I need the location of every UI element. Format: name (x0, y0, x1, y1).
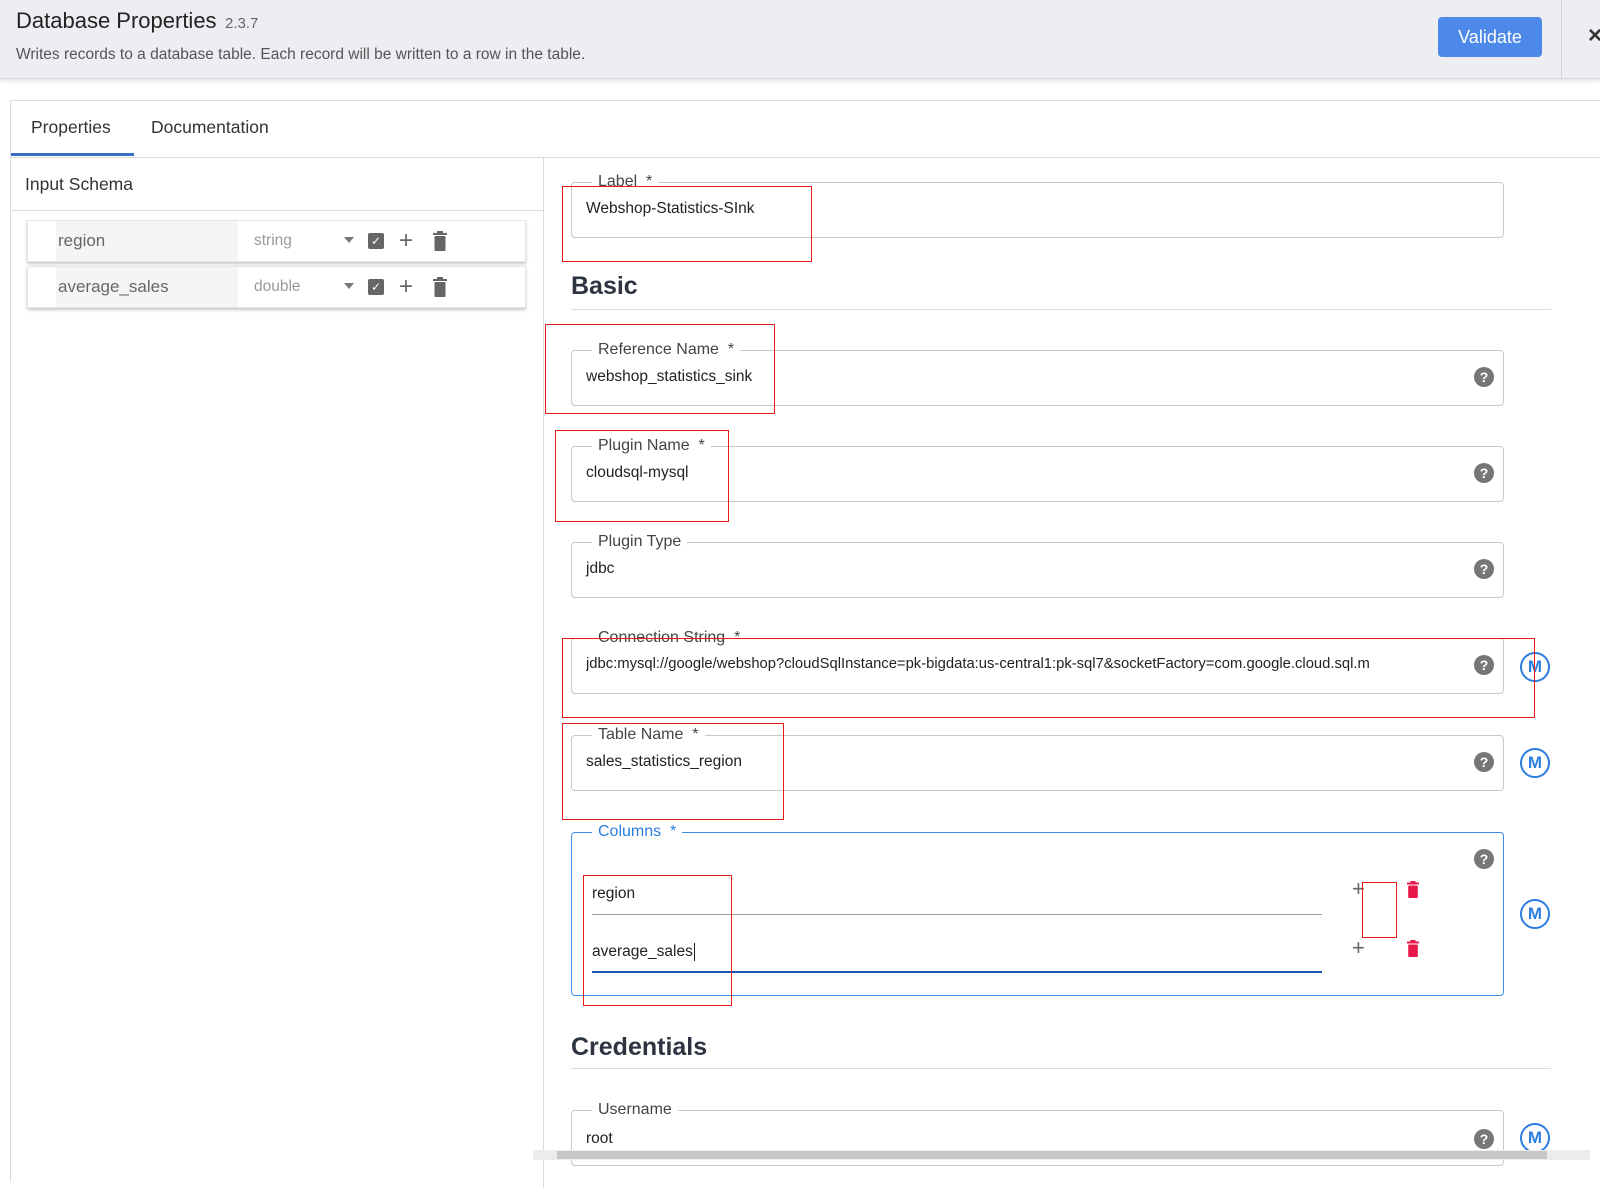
modal-header: Database Properties 2.3.7 Writes records… (0, 0, 1600, 79)
close-icon[interactable]: × (1588, 22, 1600, 50)
macro-icon[interactable]: M (1520, 652, 1550, 682)
trash-icon[interactable] (433, 231, 447, 251)
column-value[interactable]: region (592, 885, 635, 903)
plugin-type-input[interactable]: jdbc (586, 560, 614, 578)
divider (11, 210, 544, 211)
input-schema-title: Input Schema (25, 174, 133, 194)
help-icon[interactable]: ? (1474, 1129, 1494, 1149)
tab-documentation[interactable]: Documentation (151, 117, 269, 138)
section-title-basic: Basic (571, 272, 638, 300)
input-schema-panel: Input Schema region string ✓ + average_s… (11, 158, 544, 1188)
page-title: Database Properties (16, 8, 217, 33)
tab-properties[interactable]: Properties (31, 117, 111, 138)
macro-icon[interactable]: M (1520, 748, 1550, 778)
help-icon[interactable]: ? (1474, 367, 1494, 387)
horizontal-scrollbar[interactable] (533, 1150, 1590, 1160)
divider (571, 1068, 1551, 1069)
username-input[interactable]: root (586, 1130, 613, 1148)
schema-row: region string ✓ + (27, 220, 526, 262)
table-name-field[interactable]: Table Name * sales_statistics_region ? (571, 725, 1504, 791)
help-icon[interactable]: ? (1474, 849, 1494, 869)
field-label: Plugin Name * (592, 436, 711, 456)
add-field-icon[interactable]: + (399, 224, 413, 258)
text-caret (693, 943, 695, 961)
column-input[interactable]: region (592, 875, 1322, 915)
label-field[interactable]: Label * Webshop-Statistics-SInk (571, 172, 1504, 238)
tab-bar: Properties Documentation (11, 101, 1600, 158)
field-label: Plugin Type (592, 532, 688, 552)
reference-name-input[interactable]: webshop_statistics_sink (586, 368, 752, 386)
label-input[interactable]: Webshop-Statistics-SInk (586, 200, 755, 218)
connection-string-field[interactable]: Connection String * jdbc:mysql://google/… (571, 628, 1504, 694)
chevron-down-icon[interactable] (344, 283, 354, 289)
plugin-version: 2.3.7 (225, 15, 259, 32)
header-divider (1561, 0, 1562, 79)
plugin-name-input[interactable]: cloudsql-mysql (586, 464, 689, 482)
section-title-credentials: Credentials (571, 1033, 708, 1061)
schema-field-name[interactable]: average_sales (56, 267, 238, 307)
add-field-icon[interactable]: + (399, 270, 413, 304)
schema-row: average_sales double ✓ + (27, 266, 526, 308)
field-label: Username (592, 1100, 678, 1120)
chevron-down-icon[interactable] (344, 237, 354, 243)
plugin-name-field[interactable]: Plugin Name * cloudsql-mysql ? (571, 436, 1504, 502)
nullable-checkbox[interactable]: ✓ (368, 279, 384, 295)
column-value[interactable]: average_sales (592, 943, 695, 961)
connection-string-input[interactable]: jdbc:mysql://google/webshop?cloudSqlInst… (586, 656, 1370, 672)
field-label: Label * (592, 172, 659, 192)
reference-name-field[interactable]: Reference Name * webshop_statistics_sink… (571, 340, 1504, 406)
divider (571, 309, 1551, 310)
plugin-type-field[interactable]: Plugin Type jdbc ? (571, 532, 1504, 598)
help-icon[interactable]: ? (1474, 752, 1494, 772)
active-tab-indicator (11, 153, 134, 156)
schema-field-name[interactable]: region (56, 221, 238, 261)
macro-icon[interactable]: M (1520, 899, 1550, 929)
add-column-icon[interactable]: + (1352, 937, 1365, 959)
delete-column-icon[interactable] (1407, 940, 1419, 957)
macro-icon[interactable]: M (1520, 1123, 1550, 1153)
table-name-input[interactable]: sales_statistics_region (586, 753, 742, 771)
schema-field-type[interactable]: string (254, 221, 292, 261)
help-icon[interactable]: ? (1474, 559, 1494, 579)
column-input-active[interactable]: average_sales (592, 933, 1322, 973)
field-label: Connection String * (592, 628, 747, 648)
field-label: Columns * (592, 822, 683, 842)
schema-field-type[interactable]: double (254, 267, 301, 307)
scrollbar-thumb[interactable] (557, 1151, 1547, 1159)
trash-icon[interactable] (433, 277, 447, 297)
delete-column-icon[interactable] (1407, 881, 1419, 898)
config-form: Label * Webshop-Statistics-SInk Basic Re… (544, 158, 1600, 1188)
properties-panel: Properties Documentation Input Schema re… (10, 100, 1600, 1188)
plugin-description: Writes records to a database table. Each… (16, 46, 586, 63)
help-icon[interactable]: ? (1474, 655, 1494, 675)
columns-field: Columns * ? region + average_sales + (571, 822, 1504, 996)
help-icon[interactable]: ? (1474, 463, 1494, 483)
field-label: Reference Name * (592, 340, 741, 360)
validate-button[interactable]: Validate (1438, 17, 1542, 57)
nullable-checkbox[interactable]: ✓ (368, 233, 384, 249)
title-row: Database Properties 2.3.7 (16, 8, 258, 34)
field-label: Table Name * (592, 725, 705, 745)
add-column-icon[interactable]: + (1352, 878, 1365, 900)
